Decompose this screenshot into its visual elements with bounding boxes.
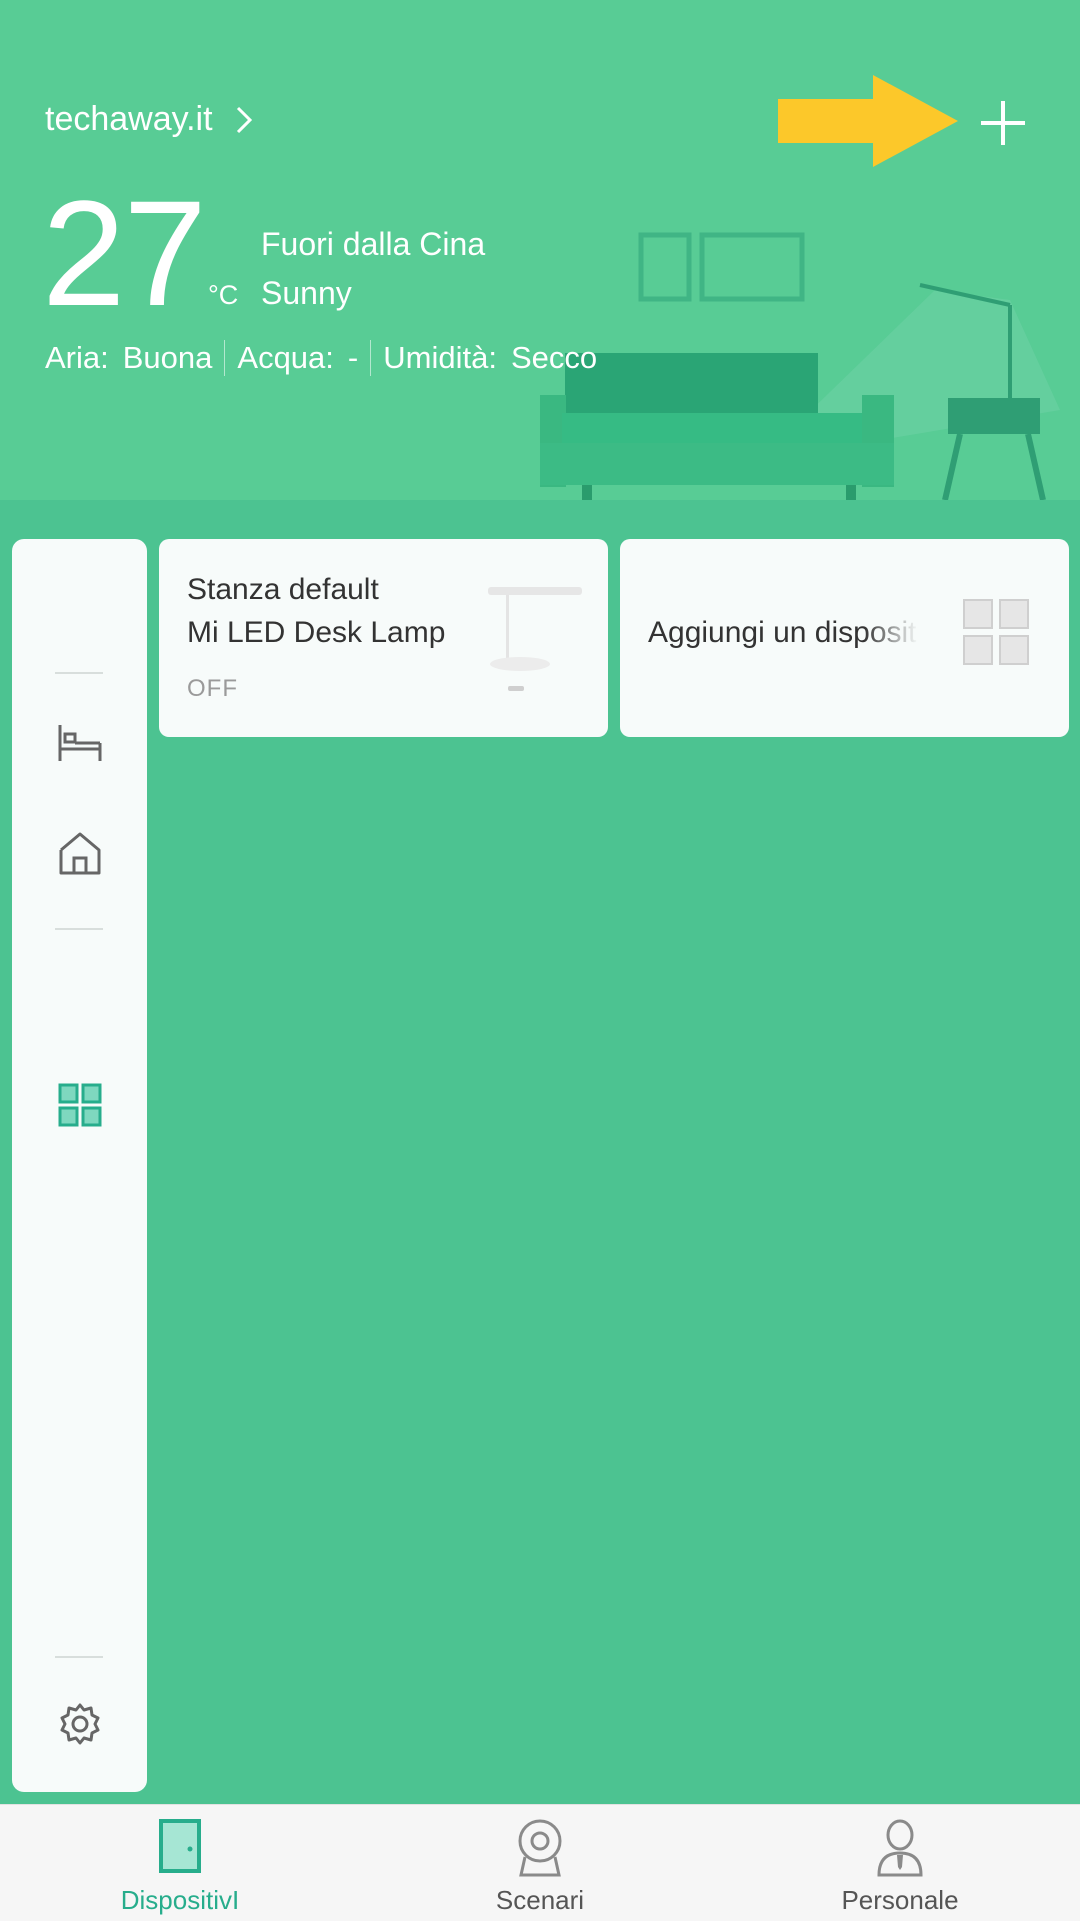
environment-stats: Aria: Buona Acqua: - Umidità: Secco: [45, 340, 635, 376]
device-name: Mi LED Desk Lamp: [187, 616, 446, 649]
device-status: OFF: [187, 675, 238, 702]
air-value: Buona: [122, 340, 213, 375]
humidity-value: Secco: [510, 340, 598, 375]
tab-devices-label: DispositivI: [120, 1885, 240, 1915]
tab-devices[interactable]: DispositivI: [0, 1805, 360, 1921]
sidebar-divider: [55, 1656, 103, 1658]
water-label: Acqua:: [237, 340, 334, 375]
desk-lamp-image: [488, 587, 582, 691]
house-icon: [59, 832, 100, 875]
humidity-label: Umidità:: [383, 340, 497, 375]
weather-condition: Sunny: [261, 275, 352, 311]
camera-icon: [518, 1819, 562, 1877]
sidebar-item-settings[interactable]: [12, 1689, 147, 1759]
add-device-card[interactable]: Aggiungi un dispositivo: [620, 539, 1069, 737]
stats-divider: [370, 340, 372, 376]
air-label: Aria:: [45, 340, 109, 375]
device-room: Stanza default: [187, 573, 379, 606]
sidebar-item-bedroom[interactable]: [12, 708, 147, 778]
add-device-grid-icon: [963, 599, 1029, 665]
gear-icon: [60, 1703, 99, 1745]
chevron-right-icon: [236, 106, 252, 133]
temperature-unit: °C: [208, 280, 239, 310]
sidebar-item-all-devices[interactable]: [12, 1070, 147, 1140]
home-name: techaway.it: [45, 100, 213, 138]
tab-scenes[interactable]: Scenari: [360, 1805, 720, 1921]
tab-profile-label: Personale: [841, 1885, 959, 1915]
sidebar-item-home[interactable]: [12, 818, 147, 888]
home-selector[interactable]: techaway.it: [45, 100, 253, 139]
bottom-tab-bar: DispositivI Scenari Personale: [0, 1804, 1080, 1921]
water-value: -: [347, 340, 359, 375]
add-device-label: Aggiungi un dispositivo: [648, 616, 918, 649]
person-icon: [877, 1819, 923, 1877]
tab-profile[interactable]: Personale: [720, 1805, 1080, 1921]
door-icon: [159, 1819, 201, 1873]
room-sidebar: [12, 539, 147, 1792]
grid-icon: [58, 1083, 101, 1127]
bed-icon: [58, 725, 101, 761]
weather-location: Fuori dalla Cina: [261, 226, 486, 262]
sidebar-divider: [55, 672, 103, 674]
header: techaway.it 27 °C Fuori dalla Cina Sunny…: [0, 0, 1080, 500]
tab-scenes-label: Scenari: [495, 1885, 585, 1915]
sidebar-divider: [55, 928, 103, 930]
temperature-value: 27: [42, 169, 207, 337]
plus-icon[interactable]: [975, 95, 1031, 151]
device-card-desk-lamp[interactable]: Stanza default Mi LED Desk Lamp OFF: [159, 539, 608, 737]
stats-divider: [224, 340, 226, 376]
annotation-arrow-icon: [778, 75, 958, 167]
